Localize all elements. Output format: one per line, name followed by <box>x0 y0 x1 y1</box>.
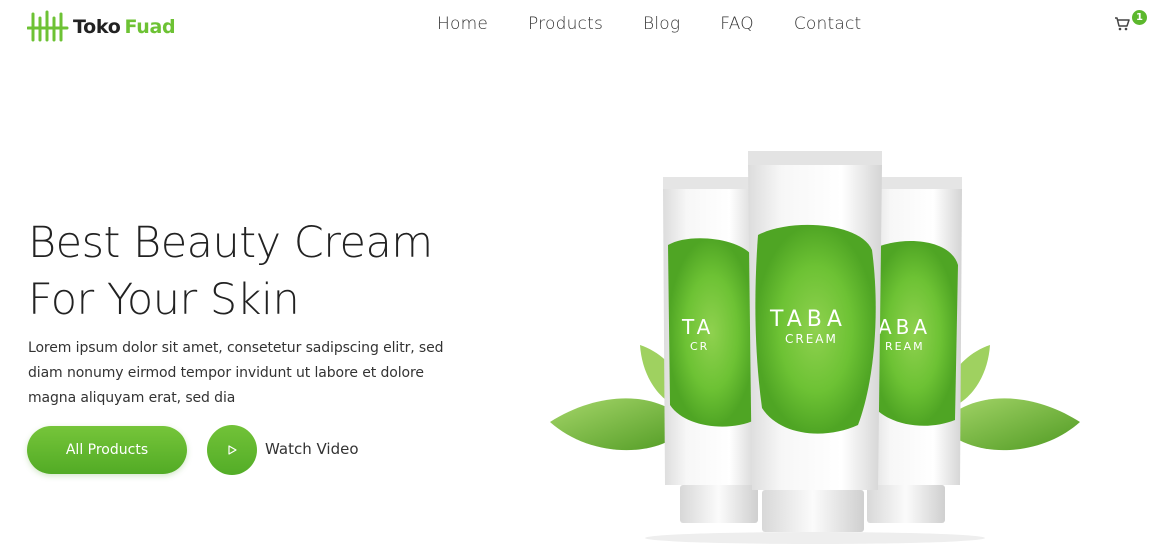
cart-count-badge: 1 <box>1132 10 1147 25</box>
main-nav: Home Products Blog FAQ Contact <box>437 14 901 34</box>
cart-icon <box>1115 17 1130 31</box>
tube-center: TABA CREAM <box>748 151 882 532</box>
hero-title-line2: For Your Skin <box>28 275 300 325</box>
svg-text:REAM: REAM <box>885 340 925 353</box>
product-sub: CREAM <box>785 332 838 346</box>
tube-right: ABA REAM <box>867 177 962 523</box>
nav-blog[interactable]: Blog <box>643 14 680 34</box>
nav-products[interactable]: Products <box>528 14 603 34</box>
hero-title-line1: Best Beauty Cream <box>28 218 433 268</box>
nav-faq[interactable]: FAQ <box>720 14 754 34</box>
hero-title: Best Beauty Cream For Your Skin <box>28 215 498 329</box>
product-brand: TABA <box>769 307 847 332</box>
cart-button[interactable]: 1 <box>1114 10 1148 38</box>
nav-home[interactable]: Home <box>437 14 488 34</box>
nav-contact[interactable]: Contact <box>794 14 862 34</box>
product-image: TA CR ABA REAM TABA CREAM <box>550 151 1080 544</box>
svg-text:CR: CR <box>690 340 709 353</box>
leaf-right <box>940 345 1080 451</box>
bars-logo-icon <box>27 10 69 42</box>
play-icon <box>228 445 237 455</box>
tube-left: TA CR <box>663 177 758 523</box>
svg-text:TA: TA <box>681 315 714 339</box>
logo[interactable]: Toko Fuad <box>27 10 176 44</box>
hero-description: Lorem ipsum dolor sit amet, consetetur s… <box>28 340 444 406</box>
svg-text:ABA: ABA <box>878 315 931 339</box>
all-products-button[interactable]: All Products <box>27 426 187 474</box>
logo-text: Toko Fuad <box>73 16 176 38</box>
watch-video-label[interactable]: Watch Video <box>265 440 359 458</box>
watch-video-button[interactable] <box>207 425 257 475</box>
